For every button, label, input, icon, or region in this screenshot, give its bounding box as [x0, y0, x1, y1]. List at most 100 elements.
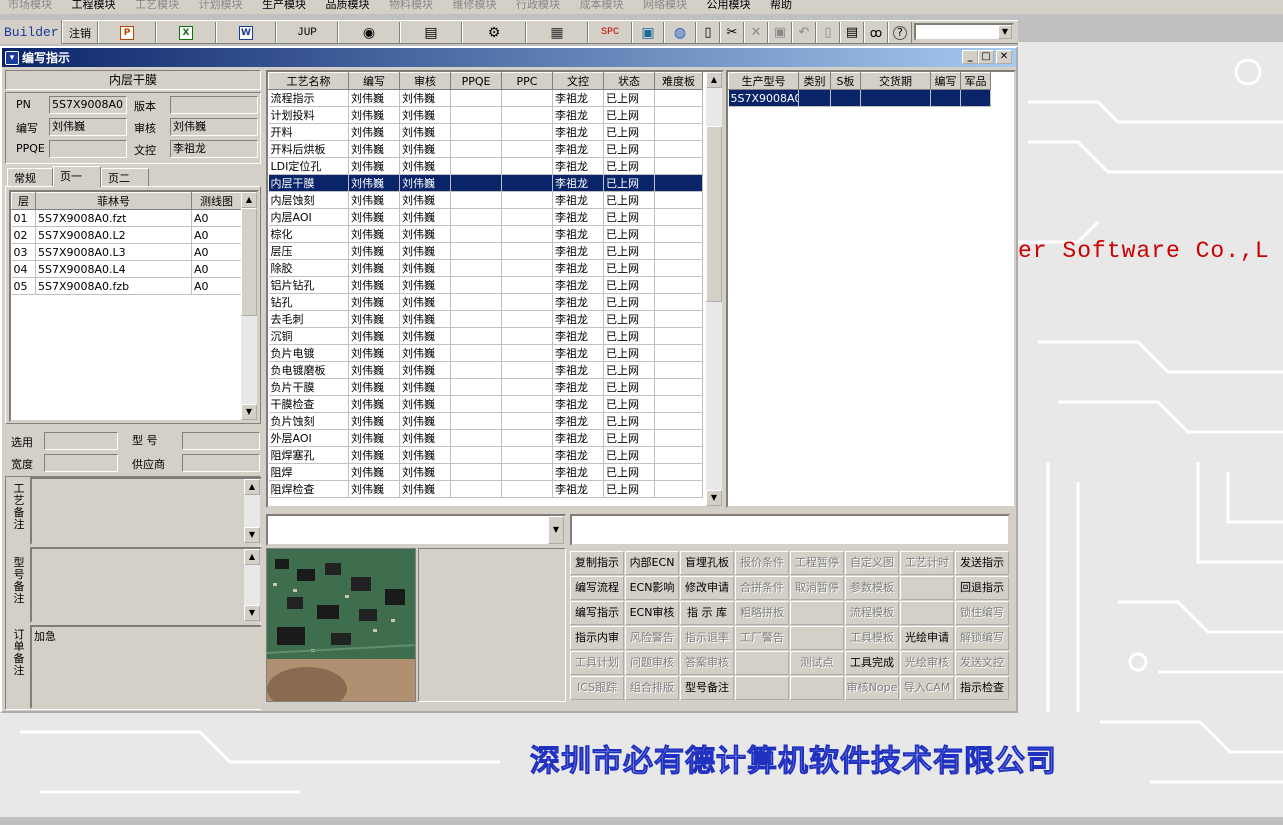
col-test-drawing[interactable]: 测线图	[191, 192, 242, 210]
action-button-光绘审核[interactable]: 光绘审核	[900, 651, 954, 675]
process-row[interactable]: 负片蚀刻 刘伟巍 刘伟巍 李祖龙 已上网	[268, 412, 703, 430]
menu-production[interactable]: 生产模块	[254, 0, 314, 10]
doc-control-field[interactable]: 李祖龙	[170, 140, 258, 158]
close-button[interactable]: ✕	[996, 50, 1012, 64]
process-notes-scrollbar[interactable]: ▲ ▼	[244, 479, 260, 543]
process-row[interactable]: 开料 刘伟巍 刘伟巍 李祖龙 已上网	[268, 123, 703, 141]
col-prod-author[interactable]: 编写	[930, 72, 961, 90]
action-button-问题审核[interactable]: 问题审核	[625, 651, 679, 675]
col-doc-control[interactable]: 文控	[552, 72, 604, 90]
menu-maintenance[interactable]: 维修模块	[445, 0, 505, 10]
minimize-button[interactable]: _	[962, 50, 978, 64]
new-button[interactable]: ▯	[696, 22, 720, 43]
process-row[interactable]: 内层AOI 刘伟巍 刘伟巍 李祖龙 已上网	[268, 208, 703, 226]
print-button[interactable]: ▤	[840, 22, 864, 43]
action-button-ics跟踪[interactable]: ICS跟踪	[570, 676, 624, 700]
supplier-field[interactable]	[182, 454, 260, 472]
action-button-指示退率[interactable]: 指示退率	[680, 626, 734, 650]
action-button-指示检查[interactable]: 指示检查	[955, 676, 1009, 700]
action-button-盲埋孔板[interactable]: 盲埋孔板	[680, 551, 734, 575]
process-row[interactable]: 去毛刺 刘伟巍 刘伟巍 李祖龙 已上网	[268, 310, 703, 328]
menu-network[interactable]: 网络模块	[635, 0, 695, 10]
view-button[interactable]: ◉	[338, 22, 400, 43]
model-notes-scrollbar[interactable]: ▲ ▼	[244, 549, 260, 621]
process-row[interactable]: 负片电镀 刘伟巍 刘伟巍 李祖龙 已上网	[268, 344, 703, 362]
process-row[interactable]: 阻焊塞孔 刘伟巍 刘伟巍 李祖龙 已上网	[268, 446, 703, 464]
cut-button[interactable]: ✂	[720, 22, 744, 43]
production-grid[interactable]: 生产型号 类别 S板 交货期 编写 军品 5S7X9008A0	[726, 70, 1016, 508]
excel-button[interactable]: X	[156, 22, 216, 43]
spc-button[interactable]: SPC	[588, 22, 632, 43]
undo-button[interactable]: ↶	[792, 22, 816, 43]
scroll-up-icon[interactable]: ▲	[706, 72, 722, 88]
layer-row[interactable]: 05 5S7X9008A0.fzb A0	[11, 277, 242, 295]
col-status[interactable]: 状态	[603, 72, 655, 90]
action-button-内部ecn[interactable]: 内部ECN	[625, 551, 679, 575]
action-button-ecn影响[interactable]: ECN影响	[625, 576, 679, 600]
action-button-编写指示[interactable]: 编写指示	[570, 601, 624, 625]
action-button-粗略拼板[interactable]: 粗略拼板	[735, 601, 789, 625]
col-process-name[interactable]: 工艺名称	[268, 72, 349, 90]
action-button-风险警告[interactable]: 风险警告	[625, 626, 679, 650]
version-field[interactable]	[170, 96, 258, 114]
layer-grid[interactable]: 层 菲林号 测线图 01 5S7X9008A0.fzt A0 02 5S7X9008A0…	[9, 190, 259, 422]
process-row[interactable]: 内层蚀刻 刘伟巍 刘伟巍 李祖龙 已上网	[268, 191, 703, 209]
process-row[interactable]: 铝片钻孔 刘伟巍 刘伟巍 李祖龙 已上网	[268, 276, 703, 294]
word-button[interactable]: W	[216, 22, 276, 43]
action-button-审核nope[interactable]: 审核Nope	[845, 676, 899, 700]
layer-row[interactable]: 02 5S7X9008A0.L2 A0	[11, 226, 242, 244]
author-field[interactable]: 刘伟巍	[49, 118, 127, 136]
col-s-board[interactable]: S板	[830, 72, 861, 90]
col-film-no[interactable]: 菲林号	[35, 192, 192, 210]
menu-process[interactable]: 工艺模块	[127, 0, 187, 10]
action-button-取消暂停[interactable]: 取消暂停	[790, 576, 844, 600]
width-field[interactable]	[44, 454, 118, 472]
action-button-发送文控[interactable]: 发送文控	[955, 651, 1009, 675]
col-category[interactable]: 类别	[798, 72, 831, 90]
col-ppc[interactable]: PPC	[501, 72, 553, 90]
col-author[interactable]: 编写	[348, 72, 400, 90]
process-row[interactable]: 棕化 刘伟巍 刘伟巍 李祖龙 已上网	[268, 225, 703, 243]
process-row[interactable]: 沉铜 刘伟巍 刘伟巍 李祖龙 已上网	[268, 327, 703, 345]
process-row[interactable]: LDI定位孔 刘伟巍 刘伟巍 李祖龙 已上网	[268, 157, 703, 175]
layer-row[interactable]: 03 5S7X9008A0.L3 A0	[11, 243, 242, 261]
scroll-down-icon[interactable]: ▼	[706, 490, 722, 506]
process-row[interactable]: 阻焊 刘伟巍 刘伟巍 李祖龙 已上网	[268, 463, 703, 481]
process-scrollbar[interactable]: ▲ ▼	[706, 72, 722, 506]
action-button-合拼条件[interactable]: 合拼条件	[735, 576, 789, 600]
scroll-down-icon[interactable]: ▼	[241, 404, 257, 420]
ppqe-field[interactable]	[49, 140, 127, 158]
col-layer[interactable]: 层	[11, 192, 36, 210]
col-production-model[interactable]: 生产型号	[728, 72, 799, 90]
process-combo[interactable]: ▼	[266, 514, 566, 546]
action-button-工具完成[interactable]: 工具完成	[845, 651, 899, 675]
action-button-复制指示[interactable]: 复制指示	[570, 551, 624, 575]
find-button[interactable]: ꝏ	[864, 22, 888, 43]
help-button[interactable]: ?	[888, 22, 912, 43]
action-button-编写流程[interactable]: 编写流程	[570, 576, 624, 600]
layer-scrollbar[interactable]: ▲ ▼	[241, 192, 257, 420]
process-row[interactable]: 开料后烘板 刘伟巍 刘伟巍 李祖龙 已上网	[268, 140, 703, 158]
maximize-button[interactable]: □	[978, 50, 994, 64]
jup-button[interactable]: JUP	[276, 22, 338, 43]
menu-plan[interactable]: 计划模块	[191, 0, 251, 10]
col-difficulty[interactable]: 难度板	[654, 72, 703, 90]
action-button-工具计划[interactable]: 工具计划	[570, 651, 624, 675]
action-button-工程暂停[interactable]: 工程暂停	[790, 551, 844, 575]
toolbar-combo[interactable]: ▼	[914, 23, 1014, 41]
menu-market[interactable]: 市场模块	[0, 0, 60, 10]
process-row[interactable]: 流程指示 刘伟巍 刘伟巍 李祖龙 已上网	[268, 89, 703, 107]
col-military[interactable]: 军品	[960, 72, 991, 90]
action-button-工厂警告[interactable]: 工厂警告	[735, 626, 789, 650]
menu-cost[interactable]: 成本模块	[572, 0, 632, 10]
database-button[interactable]: ▤	[400, 22, 462, 43]
process-row[interactable]: 计划投料 刘伟巍 刘伟巍 李祖龙 已上网	[268, 106, 703, 124]
action-button-导入cam[interactable]: 导入CAM	[900, 676, 954, 700]
order-notes-field[interactable]: 加急	[30, 625, 262, 709]
action-button-工具模板[interactable]: 工具模板	[845, 626, 899, 650]
col-ppqe[interactable]: PPQE	[450, 72, 502, 90]
menu-admin[interactable]: 行政模块	[508, 0, 568, 10]
process-row[interactable]: 干膜检查 刘伟巍 刘伟巍 李祖龙 已上网	[268, 395, 703, 413]
action-button-ecn审核[interactable]: ECN审核	[625, 601, 679, 625]
powerpoint-button[interactable]: P	[98, 22, 156, 43]
